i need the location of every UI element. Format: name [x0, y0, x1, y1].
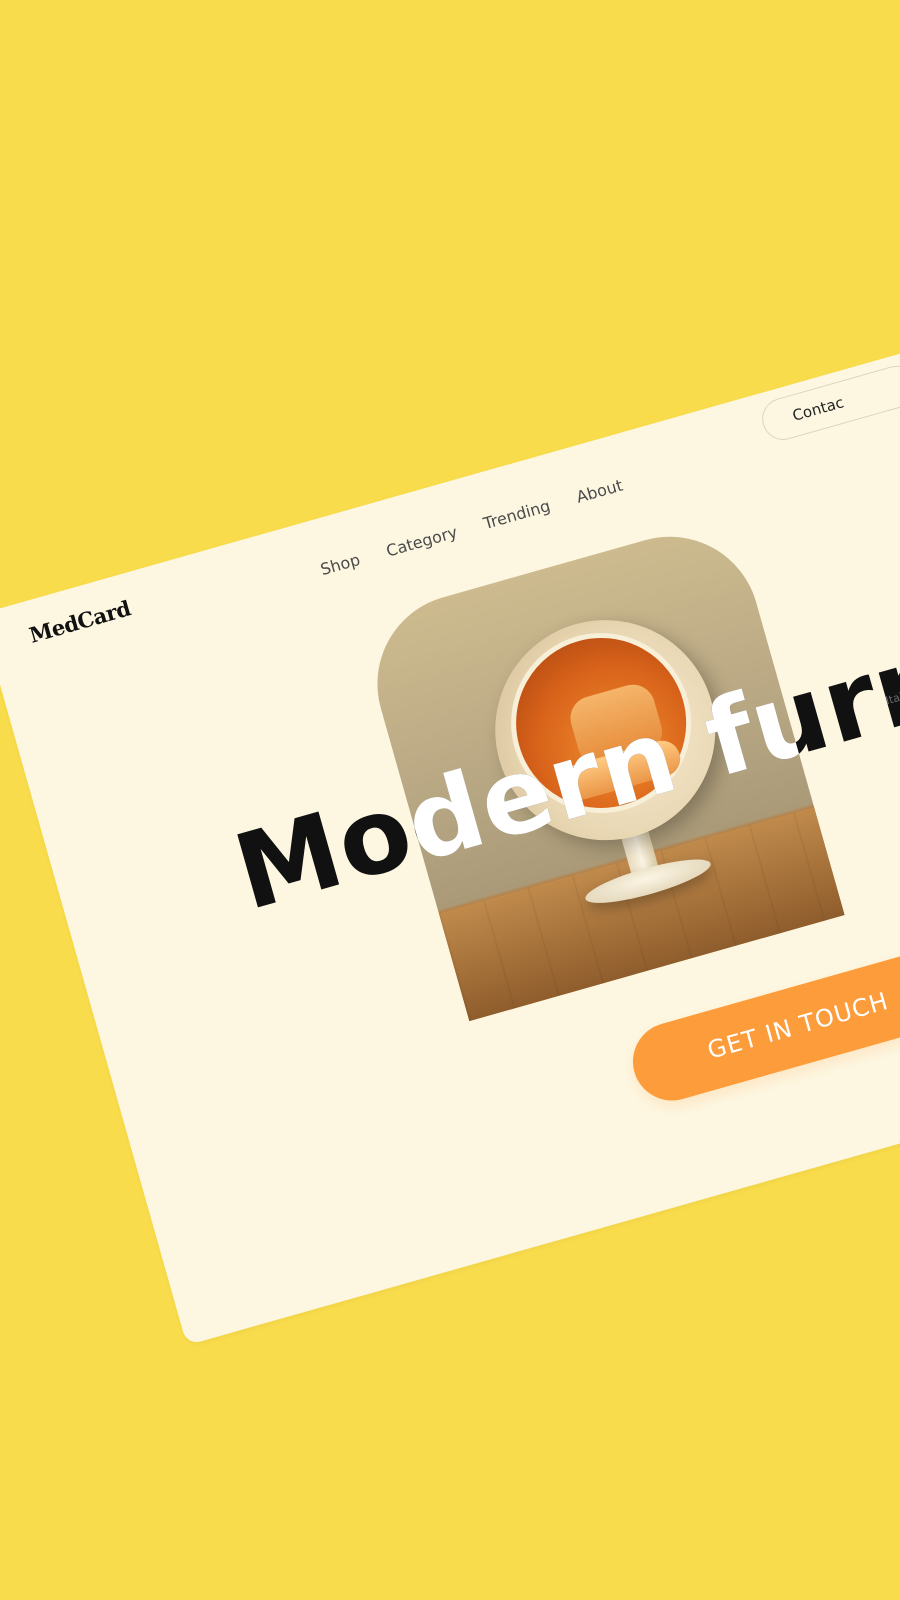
get-in-touch-button[interactable]: GET IN TOUCH [623, 942, 900, 1110]
hero-headline-white: Modern furnitu [356, 571, 845, 935]
brand-logo[interactable]: MedCard [26, 595, 133, 647]
nav-item-trending[interactable]: Trending [481, 496, 552, 533]
nav-item-about[interactable]: About [574, 476, 625, 507]
contact-button[interactable]: Contac [757, 360, 900, 445]
nav-item-category[interactable]: Category [384, 522, 460, 560]
nav-item-shop[interactable]: Shop [318, 550, 362, 579]
hero-headline-overlay: Modern furnitu [356, 516, 844, 1022]
website-card: MedCard Shop Category Trending About Con… [0, 281, 900, 1346]
